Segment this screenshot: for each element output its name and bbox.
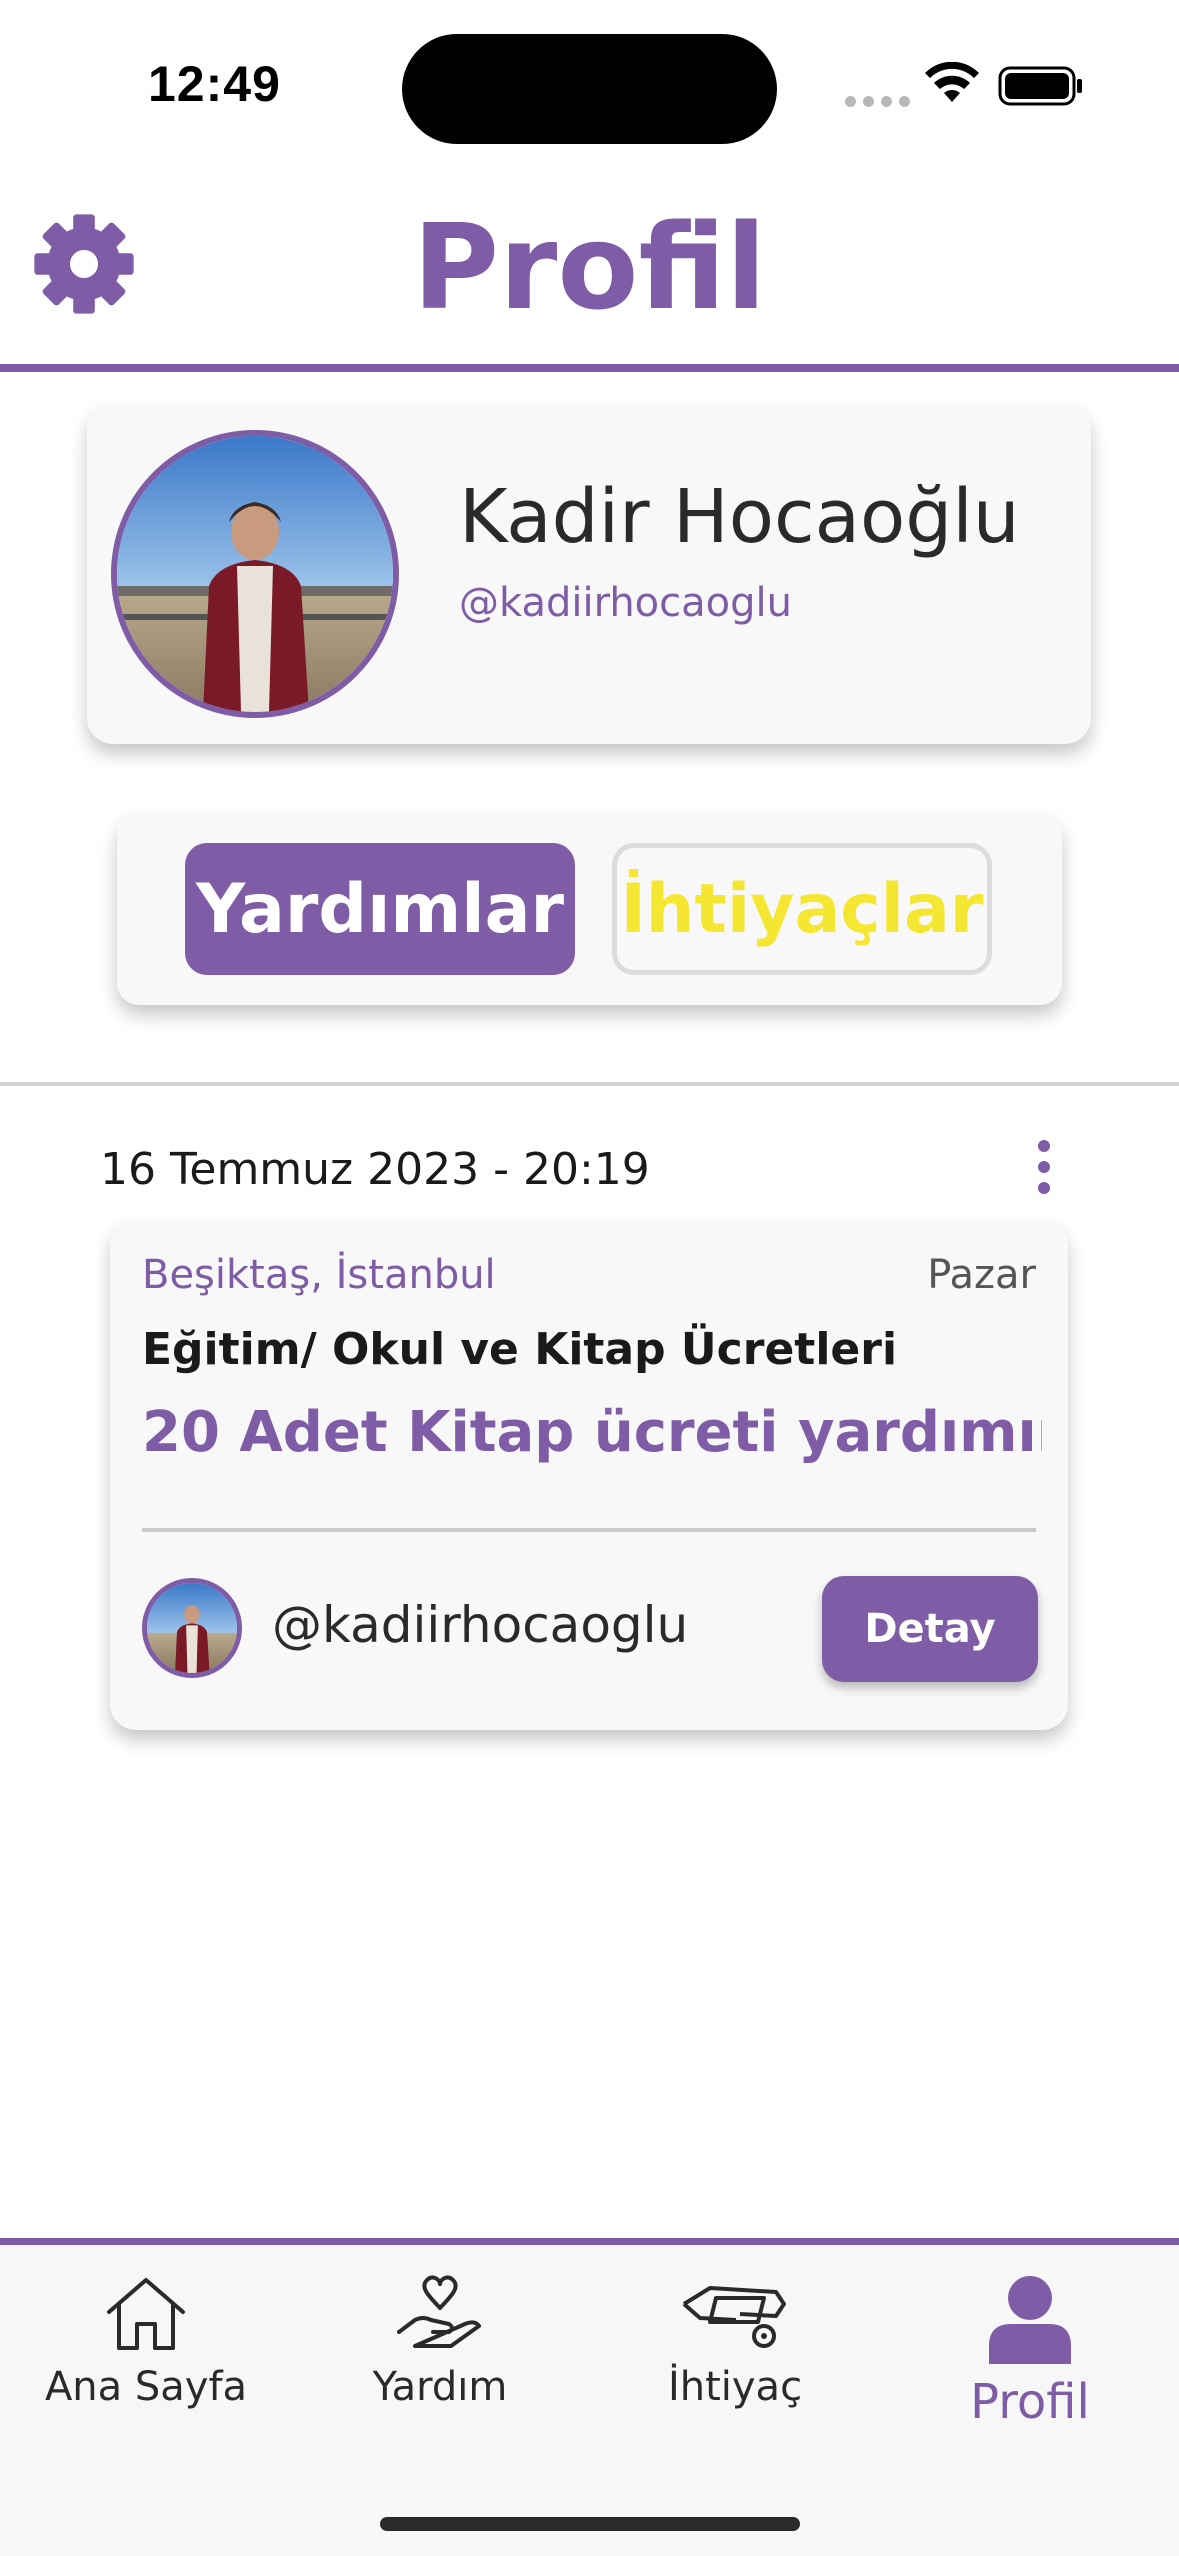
nav-item-profil[interactable]: Profil: [900, 2274, 1160, 2430]
post-card[interactable]: Beşiktaş, İstanbul Pazar Eğitim/ Okul ve…: [110, 1220, 1068, 1730]
header-divider: [0, 364, 1179, 372]
post-username[interactable]: @kadiirhocaoglu: [272, 1596, 688, 1654]
nav-label: Yardım: [372, 2364, 508, 2410]
section-divider: [0, 1082, 1179, 1086]
wifi-icon: [925, 62, 979, 102]
home-icon: [107, 2278, 185, 2350]
battery-icon: [998, 66, 1082, 106]
cellular-signal-icon: [845, 96, 910, 107]
status-bar: 12:49: [0, 0, 1179, 170]
page-title: Profil: [412, 198, 767, 336]
avatar[interactable]: [142, 1578, 242, 1678]
avatar[interactable]: [111, 430, 399, 718]
status-time: 12:49: [148, 56, 281, 112]
dynamic-island: [402, 34, 777, 144]
heart-hand-icon: [397, 2275, 481, 2348]
nav-item-yardim[interactable]: Yardım: [310, 2274, 570, 2410]
more-vertical-icon[interactable]: [1030, 1140, 1058, 1200]
profile-name: Kadir Hocaoğlu: [459, 474, 1020, 560]
home-indicator[interactable]: [380, 2517, 800, 2531]
tab-yardimlar[interactable]: Yardımlar: [185, 843, 575, 975]
person-icon: [989, 2276, 1071, 2364]
nav-item-home[interactable]: Ana Sayfa: [16, 2274, 276, 2410]
tab-ihtiyaclar[interactable]: İhtiyaçlar: [612, 843, 992, 975]
nav-label: Profil: [970, 2374, 1090, 2430]
nav-label: Ana Sayfa: [44, 2364, 248, 2410]
post-day: Pazar: [927, 1252, 1036, 1298]
post-divider: [142, 1528, 1036, 1532]
bottom-nav: Ana Sayfa Yardım İhtiyaç Profil: [0, 2238, 1179, 2556]
profile-handle: @kadiirhocaoglu: [459, 580, 792, 626]
give-money-icon: [682, 2286, 786, 2348]
tab-switch: Yardımlar İhtiyaçlar: [117, 813, 1062, 1005]
post-date: 16 Temmuz 2023 - 20:19: [100, 1144, 650, 1195]
detail-button[interactable]: Detay: [822, 1576, 1038, 1682]
post-location: Beşiktaş, İstanbul: [142, 1252, 496, 1298]
bottom-nav-divider: [0, 2238, 1179, 2245]
post-title: 20 Adet Kitap ücreti yardımınd...: [142, 1400, 1042, 1465]
nav-label: İhtiyaç: [667, 2364, 803, 2410]
header: Profil: [0, 170, 1179, 370]
nav-item-ihtiyac[interactable]: İhtiyaç: [605, 2274, 865, 2410]
profile-card: Kadir Hocaoğlu @kadiirhocaoglu: [87, 404, 1091, 744]
post-category: Eğitim/ Okul ve Kitap Ücretleri: [142, 1324, 898, 1375]
